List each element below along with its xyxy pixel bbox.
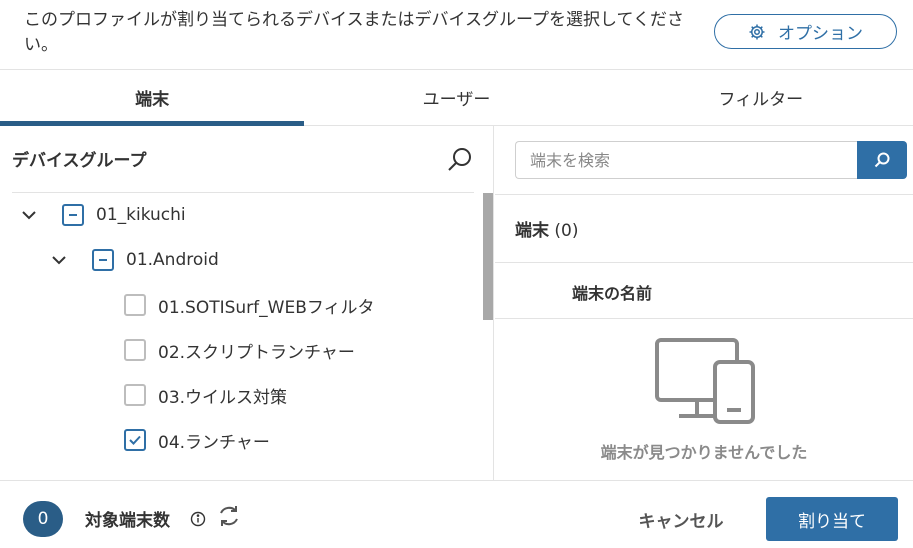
tree-node-01-kikuchi[interactable]: 01_kikuchi xyxy=(20,200,186,230)
tree-node-label: 01_kikuchi xyxy=(96,205,186,225)
column-header-device-name[interactable]: 端末の名前 xyxy=(572,280,652,304)
tab-bar: 端末 ユーザー フィルター xyxy=(0,70,913,126)
info-icon[interactable] xyxy=(190,511,206,527)
divider xyxy=(12,192,474,193)
cancel-button[interactable]: キャンセル xyxy=(626,501,736,537)
device-search xyxy=(515,141,907,179)
device-search-input[interactable] xyxy=(515,141,858,179)
tree-node-label: 01.Android xyxy=(126,250,219,270)
chevron-down-icon[interactable] xyxy=(20,206,38,224)
devices-count: (0) xyxy=(554,221,579,241)
device-search-button[interactable] xyxy=(857,141,907,179)
tree-checkbox[interactable] xyxy=(124,339,146,361)
options-button[interactable]: オプション xyxy=(714,14,897,49)
tree-node-sotisurf[interactable]: 01.SOTISurf_WEBフィルタ xyxy=(124,290,375,320)
tree-node-label: 03.ウイルス対策 xyxy=(158,387,288,408)
tree-node-label: 01.SOTISurf_WEBフィルタ xyxy=(158,297,375,318)
device-list-pane: 端末 (0) 端末の名前 端末が見つかりませんでした xyxy=(495,126,913,480)
tab-filters[interactable]: フィルター xyxy=(609,70,913,125)
target-count-label: 対象端末数 xyxy=(85,511,170,531)
check-icon xyxy=(129,435,141,445)
tree-node-label: 04.ランチャー xyxy=(158,432,270,453)
tree-node-launcher[interactable]: 04.ランチャー xyxy=(124,425,270,455)
dialog-footer: 0 対象端末数 キャンセル 割り当て xyxy=(0,480,913,548)
tab-users[interactable]: ユーザー xyxy=(304,70,608,125)
assign-button[interactable]: 割り当て xyxy=(766,497,898,541)
search-icon[interactable] xyxy=(446,146,474,174)
tree-node-antivirus[interactable]: 03.ウイルス対策 xyxy=(124,380,287,410)
tree-checkbox[interactable] xyxy=(92,249,114,271)
tree-node-01-android[interactable]: 01.Android xyxy=(50,245,219,275)
instruction-text: このプロファイルが割り当てられるデバイスまたはデバイスグループを選択してください… xyxy=(24,10,684,55)
tree-node-label: 02.スクリプトランチャー xyxy=(158,342,355,363)
device-group-pane: デバイスグループ 01_kikuchi 01.Android 01.SOTISu… xyxy=(0,126,494,480)
options-label: オプション xyxy=(778,24,863,44)
tree-checkbox[interactable] xyxy=(124,294,146,316)
tree-checkbox[interactable] xyxy=(62,204,84,226)
tree-node-script-launcher[interactable]: 02.スクリプトランチャー xyxy=(124,335,355,365)
target-count-badge: 0 xyxy=(23,501,63,537)
search-icon xyxy=(874,152,890,168)
chevron-down-icon[interactable] xyxy=(50,251,68,269)
tree-checkbox[interactable] xyxy=(124,384,146,406)
gear-icon xyxy=(749,24,765,39)
scrollbar-thumb[interactable] xyxy=(483,193,493,320)
devices-title: 端末 xyxy=(515,221,549,241)
divider xyxy=(495,318,913,319)
divider xyxy=(495,262,913,263)
refresh-icon[interactable] xyxy=(216,503,242,529)
devices-icon xyxy=(655,338,755,424)
tree-checkbox[interactable] xyxy=(124,429,146,451)
empty-state-message: 端末が見つかりませんでした xyxy=(600,443,808,462)
device-group-title: デバイスグループ xyxy=(12,151,147,171)
divider xyxy=(495,194,913,195)
dialog-header: このプロファイルが割り当てられるデバイスまたはデバイスグループを選択してください… xyxy=(0,0,913,70)
tab-devices[interactable]: 端末 xyxy=(0,70,305,126)
devices-heading: 端末 (0) xyxy=(515,216,579,241)
